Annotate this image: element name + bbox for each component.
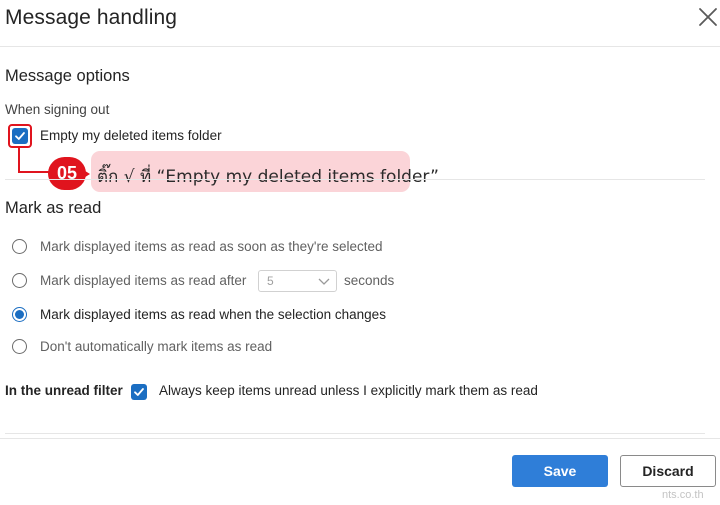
annotation-text: ติ๊ก √ ที่ “Empty my deleted items folde… [97, 167, 439, 187]
signing-out-label: When signing out [5, 102, 110, 117]
delay-seconds-dropdown[interactable]: 5 [258, 270, 337, 292]
delay-seconds-unit: seconds [344, 273, 395, 288]
section-divider [5, 179, 705, 180]
footer-divider-inner [5, 433, 705, 434]
radio-never-mark-read[interactable] [12, 339, 27, 354]
unread-filter-label: In the unread filter [5, 383, 123, 398]
save-button[interactable]: Save [512, 455, 608, 487]
header-divider [0, 46, 720, 47]
close-icon [699, 8, 717, 26]
close-button[interactable] [695, 4, 720, 30]
watermark: nts.co.th [662, 489, 704, 501]
dialog-title: Message handling [5, 6, 178, 29]
radio-read-after-delay[interactable] [12, 273, 27, 288]
radio-label-read-after-delay[interactable]: Mark displayed items as read after [40, 273, 246, 288]
empty-deleted-checkbox[interactable] [12, 128, 28, 144]
discard-button[interactable]: Discard [620, 455, 716, 487]
section-heading-mark-as-read: Mark as read [5, 199, 102, 217]
radio-selected-dot [15, 310, 24, 319]
checkmark-icon [15, 132, 25, 140]
empty-deleted-label[interactable]: Empty my deleted items folder [40, 128, 222, 143]
radio-read-on-select[interactable] [12, 239, 27, 254]
delay-seconds-value: 5 [267, 274, 274, 288]
footer-divider [0, 438, 720, 439]
radio-label-read-on-select[interactable]: Mark displayed items as read as soon as … [40, 239, 383, 254]
annotation-step-badge: 05 [48, 157, 90, 190]
section-heading-message-options: Message options [5, 67, 130, 85]
radio-label-never-mark-read[interactable]: Don't automatically mark items as read [40, 339, 272, 354]
chevron-down-icon [318, 278, 330, 285]
radio-read-on-selection-change[interactable] [12, 307, 27, 322]
annotation-leader-line [18, 146, 51, 173]
keep-unread-label[interactable]: Always keep items unread unless I explic… [159, 383, 538, 398]
radio-label-read-on-selection-change[interactable]: Mark displayed items as read when the se… [40, 307, 386, 322]
keep-unread-checkbox[interactable] [131, 384, 147, 400]
checkmark-icon [134, 388, 144, 396]
